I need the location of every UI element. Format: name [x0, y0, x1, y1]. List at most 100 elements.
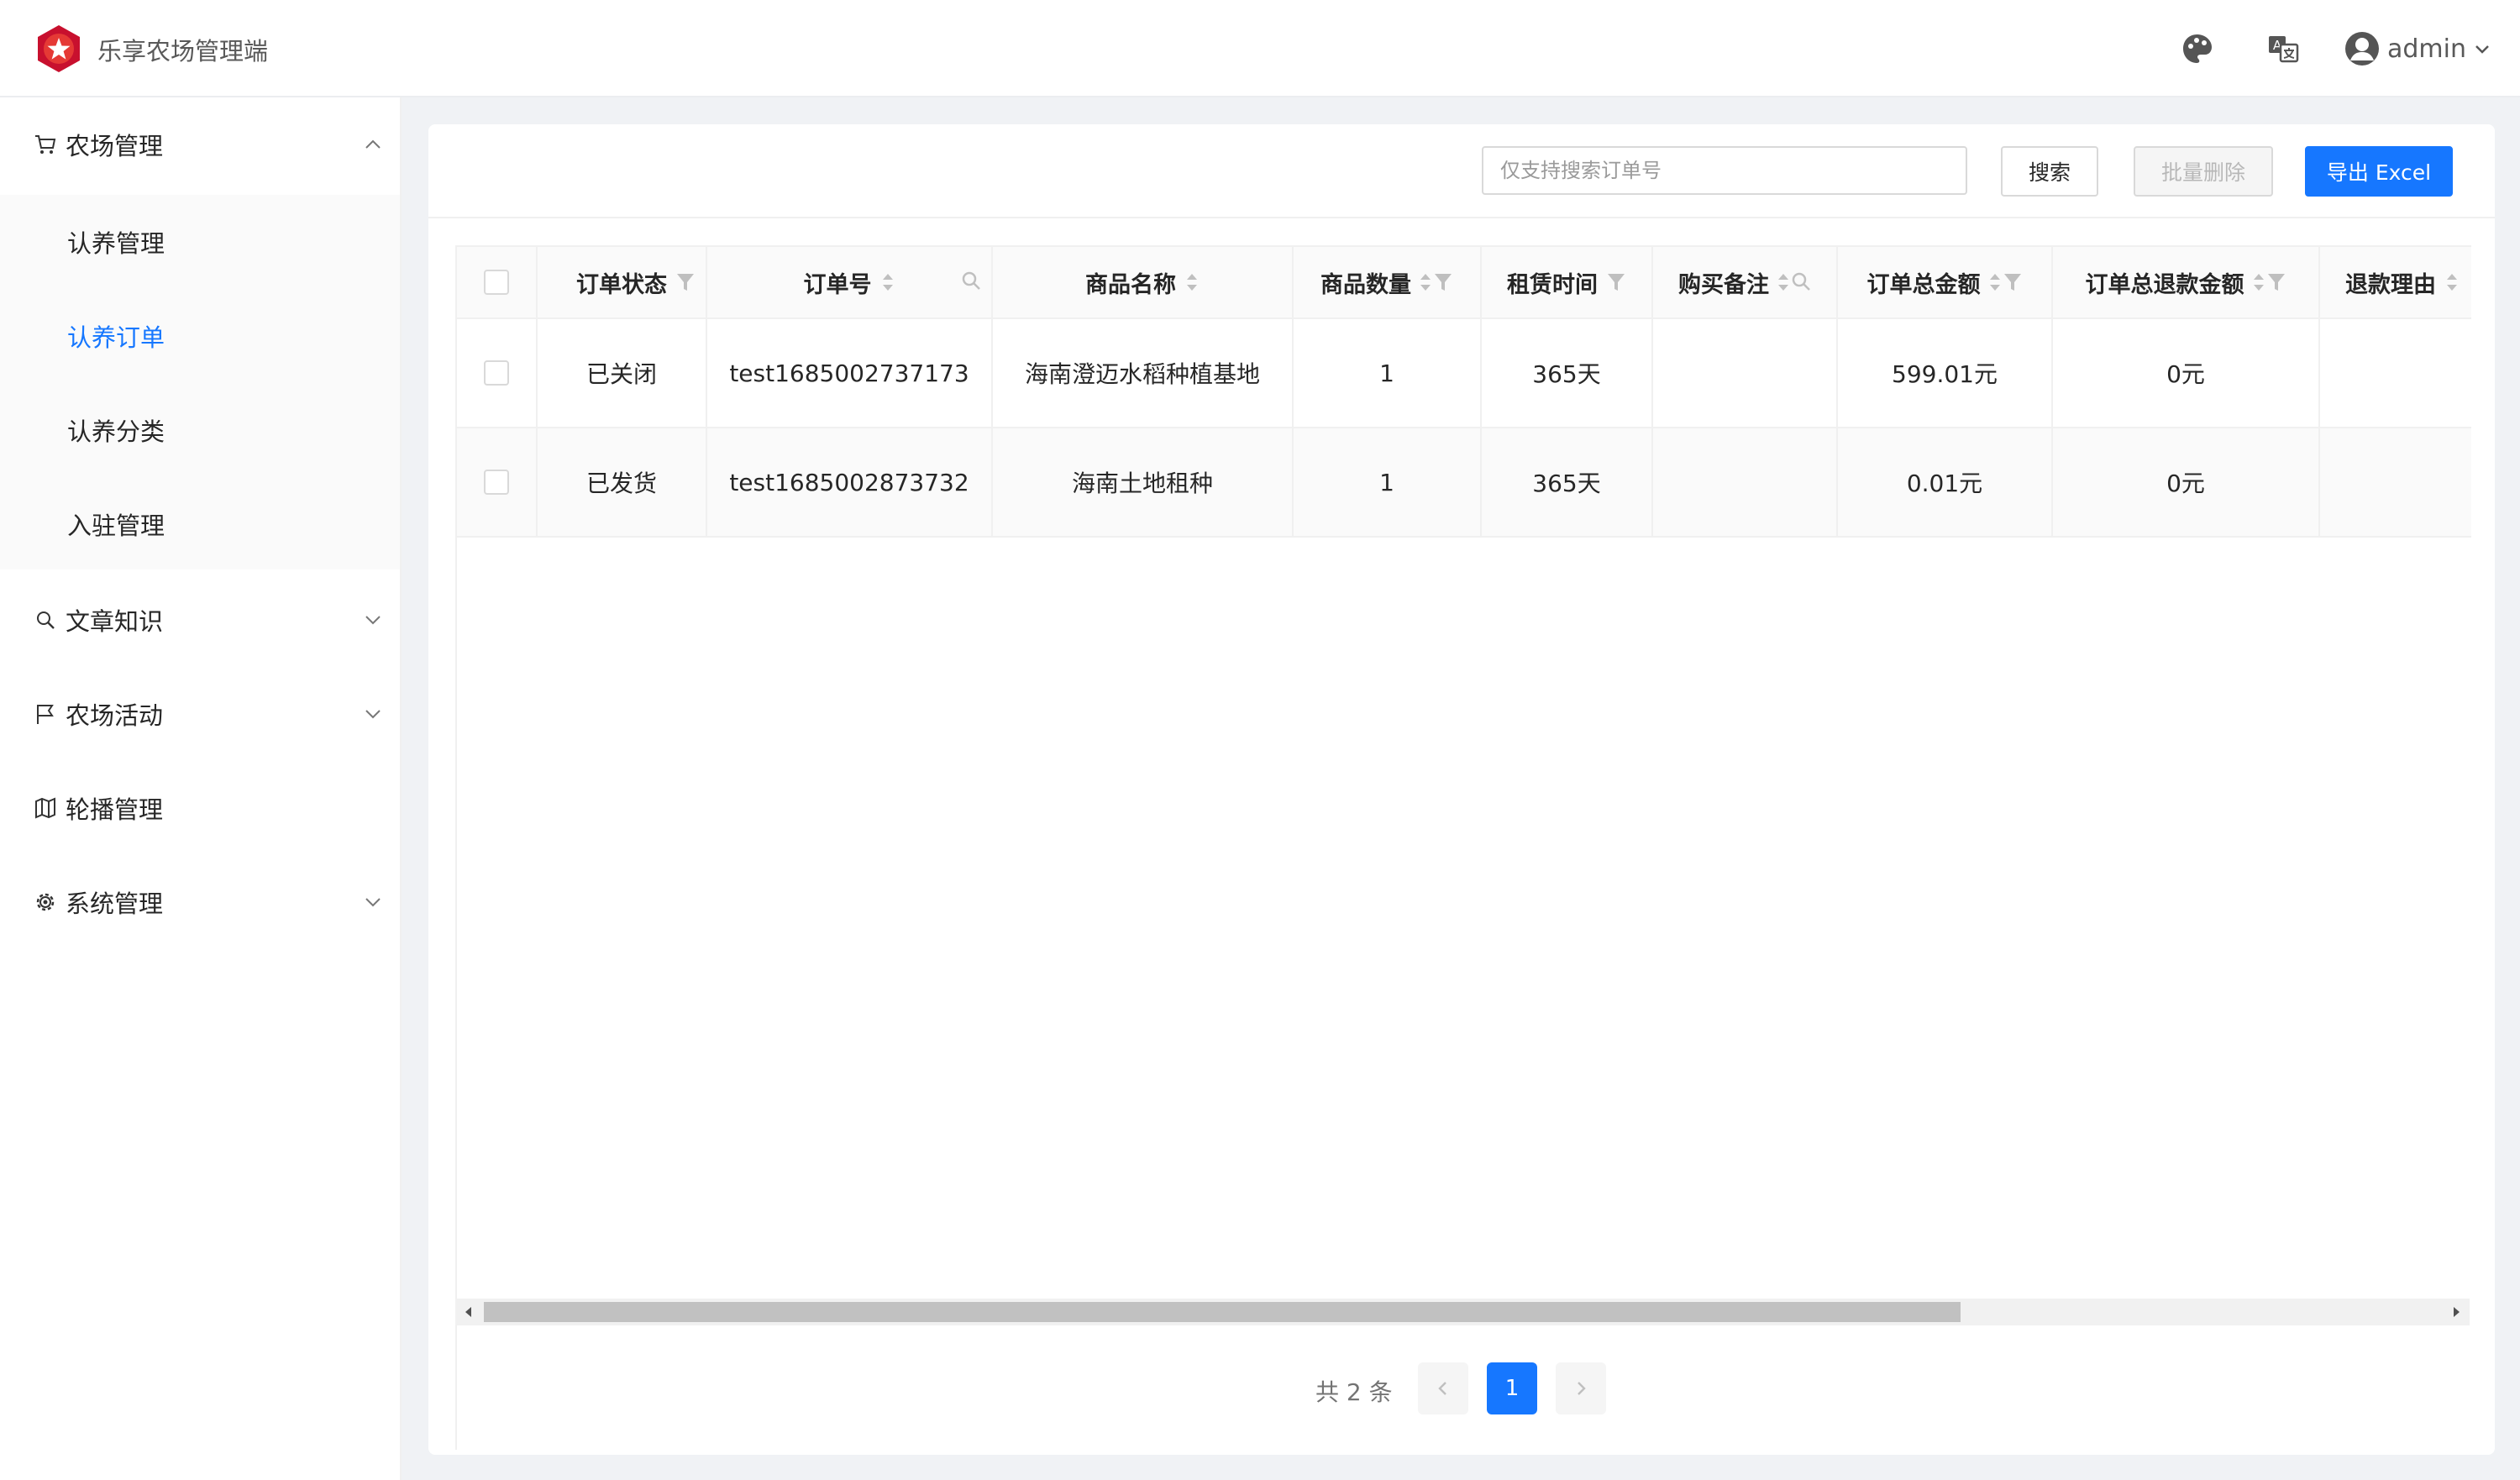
sidebar-item-settlement[interactable]: 入驻管理	[0, 477, 400, 571]
chevron-down-icon	[2475, 45, 2489, 54]
cell-total: 0.01元	[1838, 428, 2053, 536]
sidebar-group-label: 农场管理	[66, 132, 164, 160]
export-excel-button[interactable]: 导出 Excel	[2305, 146, 2453, 197]
sidebar-item-label: 认养分类	[67, 417, 165, 446]
orders-table: 订单状态 订单号 商品名称 商品数量 租赁时间 购买备注 订单总金额 订单总退款…	[455, 245, 2471, 1450]
column-header-order-no: 订单号	[707, 247, 993, 318]
cell-note	[1653, 319, 1838, 427]
logo-icon	[38, 25, 80, 72]
column-header-label: 订单号	[803, 271, 872, 298]
cell-qty: 1	[1294, 319, 1482, 427]
cart-icon	[35, 135, 56, 154]
order-search-input[interactable]	[1482, 146, 1967, 195]
search-button[interactable]: 搜索	[2001, 146, 2098, 197]
column-header-label: 订单总退款金额	[2085, 271, 2244, 298]
filter-icon[interactable]	[2266, 270, 2286, 294]
sidebar-group-label: 农场活动	[66, 701, 164, 730]
column-search-icon[interactable]	[1791, 271, 1811, 293]
chevron-right-icon	[1578, 1382, 1586, 1395]
column-header-reason: 退款理由	[2320, 247, 2471, 318]
header-select-cell	[457, 247, 538, 318]
user-avatar-icon	[2345, 32, 2379, 66]
sidebar-item-carousel[interactable]: 轮播管理	[0, 761, 400, 855]
sort-icon[interactable]	[1418, 270, 1433, 294]
column-header-label: 商品名称	[1085, 271, 1176, 298]
sidebar-group-system[interactable]: 系统管理	[0, 855, 400, 949]
cell-qty: 1	[1294, 428, 1482, 536]
farm-submenu: 认养管理 认养订单 认养分类 入驻管理	[0, 195, 400, 569]
sidebar-item-label: 认养订单	[67, 323, 165, 352]
filter-icon[interactable]	[1433, 270, 1453, 294]
scrollbar-thumb[interactable]	[484, 1302, 1961, 1322]
scroll-right-arrow-icon[interactable]	[2448, 1304, 2465, 1320]
horizontal-scrollbar[interactable]	[455, 1299, 2470, 1325]
sidebar-group-farm[interactable]: 农场管理	[0, 97, 400, 192]
row-select-cell	[457, 428, 538, 536]
translate-icon[interactable]: A	[2266, 32, 2300, 66]
next-page-button[interactable]	[1556, 1362, 1606, 1414]
column-header-note: 购买备注	[1653, 247, 1838, 318]
cell-status: 已发货	[538, 428, 707, 536]
cell-product: 海南土地租种	[993, 428, 1294, 536]
user-menu[interactable]: admin	[2344, 29, 2491, 69]
chevron-left-icon	[1438, 1382, 1446, 1395]
scroll-left-arrow-icon[interactable]	[460, 1304, 477, 1320]
table-row[interactable]: 已关闭 test1685002737173 海南澄迈水稻种植基地 1 365天 …	[457, 319, 2471, 428]
cell-order-no: test1685002737173	[707, 319, 993, 427]
sidebar: 农场管理 认养管理 认养订单 认养分类 入驻管理 文章知识 农场活动 轮播管理 …	[0, 97, 402, 1480]
sort-icon[interactable]	[880, 270, 895, 294]
cell-order-no: test1685002873732	[707, 428, 993, 536]
batch-delete-button[interactable]: 批量删除	[2134, 146, 2273, 197]
page-number-button[interactable]: 1	[1487, 1362, 1537, 1414]
sort-icon[interactable]	[1184, 270, 1200, 294]
select-all-checkbox[interactable]	[484, 270, 509, 295]
cell-note	[1653, 428, 1838, 536]
column-header-label: 退款理由	[2345, 271, 2436, 298]
sidebar-item-label: 入驻管理	[67, 512, 165, 540]
palette-icon[interactable]	[2181, 32, 2214, 66]
column-header-product: 商品名称	[993, 247, 1294, 318]
sidebar-item-adoption-categories[interactable]: 认养分类	[0, 383, 400, 477]
pagination-total: 共 2 条	[1315, 1378, 1393, 1406]
column-header-label: 租赁时间	[1507, 271, 1598, 298]
cell-total: 599.01元	[1838, 319, 2053, 427]
prev-page-button[interactable]	[1418, 1362, 1468, 1414]
cell-product: 海南澄迈水稻种植基地	[993, 319, 1294, 427]
flag-icon	[37, 705, 54, 724]
sidebar-group-label: 轮播管理	[66, 795, 164, 824]
cell-reason	[2320, 319, 2471, 427]
chevron-down-icon	[365, 616, 381, 625]
filter-icon[interactable]	[1606, 270, 1626, 294]
username: admin	[2387, 34, 2466, 64]
column-header-status: 订单状态	[538, 247, 707, 318]
row-checkbox[interactable]	[484, 360, 509, 386]
table-header: 订单状态 订单号 商品名称 商品数量 租赁时间 购买备注 订单总金额 订单总退款…	[457, 245, 2471, 319]
sort-icon[interactable]	[1987, 270, 2003, 294]
column-search-icon[interactable]	[961, 270, 981, 292]
column-header-label: 订单状态	[576, 271, 667, 298]
sort-icon[interactable]	[2251, 270, 2266, 294]
column-header-label: 购买备注	[1678, 271, 1769, 298]
sidebar-group-activities[interactable]: 农场活动	[0, 667, 400, 761]
chevron-up-icon	[365, 139, 381, 149]
column-header-refund: 订单总退款金额	[2053, 247, 2320, 318]
row-checkbox[interactable]	[484, 470, 509, 495]
column-header-label: 商品数量	[1320, 271, 1411, 298]
filter-icon[interactable]	[675, 270, 696, 294]
column-header-label: 订单总金额	[1866, 271, 1981, 298]
sidebar-item-label: 认养管理	[67, 229, 165, 258]
cell-reason	[2320, 428, 2471, 536]
sidebar-item-adoption-orders[interactable]: 认养订单	[0, 289, 400, 383]
sort-icon[interactable]	[2444, 270, 2460, 294]
filter-icon[interactable]	[2003, 270, 2023, 294]
pagination: 共 2 条 1	[428, 1362, 2495, 1414]
cell-refund: 0元	[2053, 319, 2320, 427]
sort-icon[interactable]	[1776, 270, 1791, 294]
sidebar-group-label: 系统管理	[66, 890, 164, 918]
search-icon	[37, 611, 55, 629]
cell-lease: 365天	[1482, 428, 1653, 536]
sidebar-group-articles[interactable]: 文章知识	[0, 573, 400, 667]
sidebar-group-label: 文章知识	[66, 607, 164, 636]
table-row[interactable]: 已发货 test1685002873732 海南土地租种 1 365天 0.01…	[457, 428, 2471, 538]
sidebar-item-adoption-management[interactable]: 认养管理	[0, 195, 400, 289]
